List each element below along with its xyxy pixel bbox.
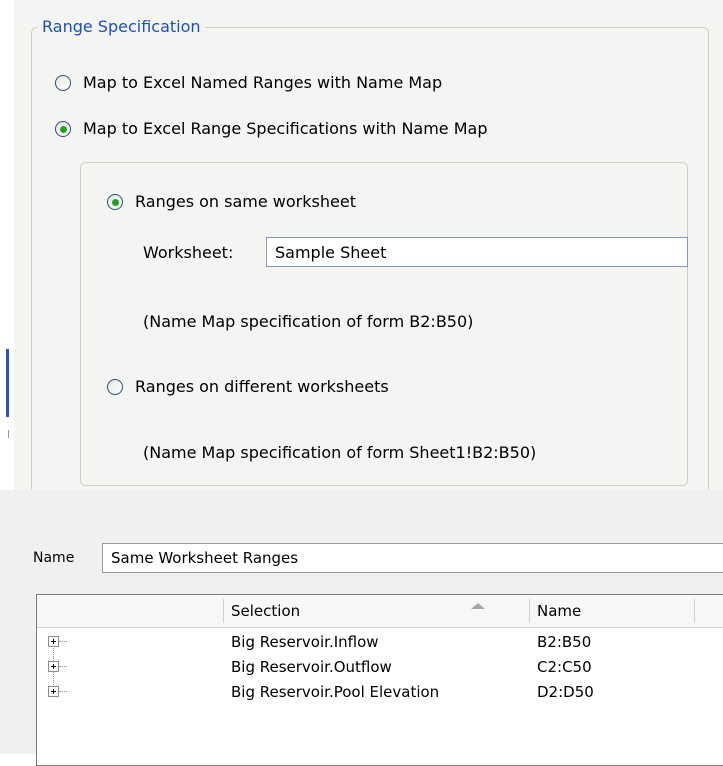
column-header-name[interactable]: Name (537, 601, 581, 621)
sort-ascending-icon (471, 603, 485, 609)
column-separator[interactable] (529, 599, 530, 623)
row-name-cell: C2:C50 (537, 658, 592, 676)
range-specification-legend: Range Specification (38, 16, 205, 38)
radio-button-checked-icon[interactable] (55, 121, 71, 137)
name-input[interactable]: Same Worksheet Ranges (102, 543, 723, 573)
row-name-cell: D2:D50 (537, 683, 594, 701)
radio-range-specifications-option[interactable]: Map to Excel Range Specifications with N… (55, 118, 488, 140)
radio-different-worksheets-option[interactable]: Ranges on different worksheets (107, 376, 389, 398)
worksheet-input[interactable]: Sample Sheet (266, 237, 688, 267)
radio-range-specifications-label: Map to Excel Range Specifications with N… (83, 119, 488, 138)
tree-connector-dots (59, 691, 67, 692)
row-name-cell: B2:B50 (537, 633, 592, 651)
different-worksheets-hint: (Name Map specification of form Sheet1!B… (143, 443, 537, 462)
table-header: Selection Name (37, 595, 723, 628)
radio-same-worksheet-label: Ranges on same worksheet (135, 192, 356, 211)
table-row[interactable]: Big Reservoir.Outflow C2:C50 (37, 655, 723, 679)
column-separator[interactable] (694, 599, 695, 623)
radio-button-icon[interactable] (55, 75, 71, 91)
column-header-selection[interactable]: Selection (231, 601, 300, 621)
worksheet-label: Worksheet: (143, 243, 234, 262)
table-row[interactable]: Big Reservoir.Pool Elevation D2:D50 (37, 680, 723, 704)
plus-box-icon[interactable] (48, 636, 59, 647)
radio-named-ranges-option[interactable]: Map to Excel Named Ranges with Name Map (55, 72, 442, 94)
radio-same-worksheet-option[interactable]: Ranges on same worksheet (107, 191, 356, 213)
radio-button-checked-icon[interactable] (107, 194, 123, 210)
name-label: Name (33, 550, 75, 566)
row-selection-cell: Big Reservoir.Inflow (231, 633, 379, 651)
row-selection-cell: Big Reservoir.Outflow (231, 658, 392, 676)
name-map-table[interactable]: Selection Name Big Reservoir.Inflow B2:B… (36, 594, 723, 766)
radio-different-worksheets-label: Ranges on different worksheets (135, 377, 389, 396)
tree-connector-dots (59, 641, 67, 642)
same-worksheet-hint: (Name Map specification of form B2:B50) (143, 312, 474, 331)
table-row[interactable]: Big Reservoir.Inflow B2:B50 (37, 630, 723, 654)
tree-connector-dots (59, 666, 67, 667)
row-selection-cell: Big Reservoir.Pool Elevation (231, 683, 440, 701)
column-separator[interactable] (223, 599, 224, 623)
plus-box-icon[interactable] (48, 661, 59, 672)
left-edge-tick (8, 430, 9, 438)
radio-button-icon[interactable] (107, 379, 123, 395)
left-edge-accent (6, 349, 9, 417)
radio-named-ranges-label: Map to Excel Named Ranges with Name Map (83, 73, 443, 92)
plus-box-icon[interactable] (48, 686, 59, 697)
